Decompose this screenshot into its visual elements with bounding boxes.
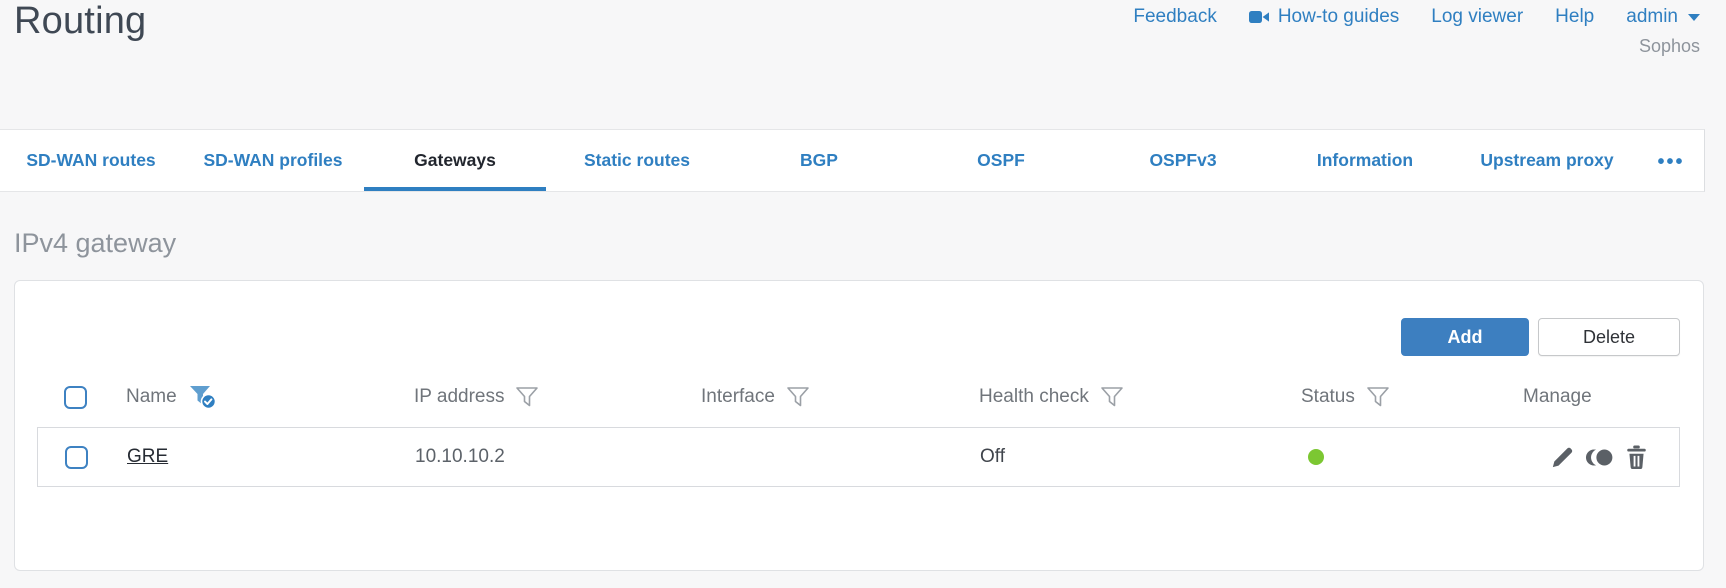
- howto-guides-link[interactable]: How-to guides: [1248, 6, 1399, 28]
- table-toolbar: Add Delete: [15, 281, 1703, 356]
- filter-active-icon[interactable]: [188, 384, 219, 411]
- column-header-manage: Manage: [1523, 386, 1592, 407]
- log-viewer-link[interactable]: Log viewer: [1431, 6, 1523, 28]
- tab-upstream-proxy[interactable]: Upstream proxy: [1456, 130, 1638, 191]
- ipv4-gateway-panel: Add Delete Name IP address Interface Hea…: [14, 280, 1704, 571]
- gateway-ip-address: 10.10.10.2: [415, 446, 505, 467]
- tab-information[interactable]: Information: [1274, 130, 1456, 191]
- edit-icon[interactable]: [1550, 445, 1575, 470]
- tab-sd-wan-profiles[interactable]: SD-WAN profiles: [182, 130, 364, 191]
- filter-icon[interactable]: [786, 386, 810, 408]
- chevron-down-icon: [1688, 13, 1700, 21]
- feedback-link[interactable]: Feedback: [1133, 6, 1216, 28]
- column-header-status: Status: [1301, 386, 1355, 407]
- delete-icon[interactable]: [1625, 445, 1648, 470]
- add-button[interactable]: Add: [1401, 318, 1529, 356]
- delete-button[interactable]: Delete: [1538, 318, 1680, 356]
- filter-icon[interactable]: [1100, 386, 1124, 408]
- column-header-interface: Interface: [701, 386, 775, 407]
- brand-label: Sophos: [1638, 36, 1700, 56]
- column-header-ip-address: IP address: [414, 386, 505, 407]
- tab-ospfv3[interactable]: OSPFv3: [1092, 130, 1274, 191]
- main-content: IPv4 gateway Add Delete Name IP address: [0, 192, 1726, 571]
- table-row: GRE 10.10.10.2 Off: [37, 427, 1680, 487]
- tab-bgp[interactable]: BGP: [728, 130, 910, 191]
- clone-icon[interactable]: [1585, 446, 1615, 469]
- column-header-name: Name: [126, 386, 177, 407]
- section-heading: IPv4 gateway: [14, 228, 177, 258]
- video-camera-icon: [1248, 11, 1269, 23]
- gateway-health-check: Off: [980, 446, 1005, 467]
- tab-bar: SD-WAN routes SD-WAN profiles Gateways S…: [0, 129, 1705, 192]
- page-title: Routing: [14, 0, 147, 42]
- tab-static-routes[interactable]: Static routes: [546, 130, 728, 191]
- tab-ospf[interactable]: OSPF: [910, 130, 1092, 191]
- status-up-indicator: [1308, 449, 1324, 465]
- select-all-checkbox[interactable]: [64, 385, 87, 409]
- row-checkbox[interactable]: [65, 445, 88, 469]
- filter-icon[interactable]: [1366, 386, 1390, 408]
- page-header: Routing Feedback How-to guides Log viewe…: [0, 0, 1726, 129]
- table-header-row: Name IP address Interface Health check S…: [37, 374, 1680, 420]
- tab-overflow-button[interactable]: •••: [1638, 130, 1704, 191]
- filter-icon[interactable]: [515, 386, 539, 408]
- help-link[interactable]: Help: [1555, 6, 1594, 28]
- top-nav: Feedback How-to guides Log viewer Help a…: [1133, 6, 1700, 28]
- tab-gateways[interactable]: Gateways: [364, 130, 546, 191]
- gateway-name-link[interactable]: GRE: [127, 446, 168, 468]
- row-actions: [1512, 445, 1681, 470]
- tab-sd-wan-routes[interactable]: SD-WAN routes: [0, 130, 182, 191]
- admin-menu-button[interactable]: admin: [1626, 6, 1700, 28]
- column-header-health-check: Health check: [979, 386, 1089, 407]
